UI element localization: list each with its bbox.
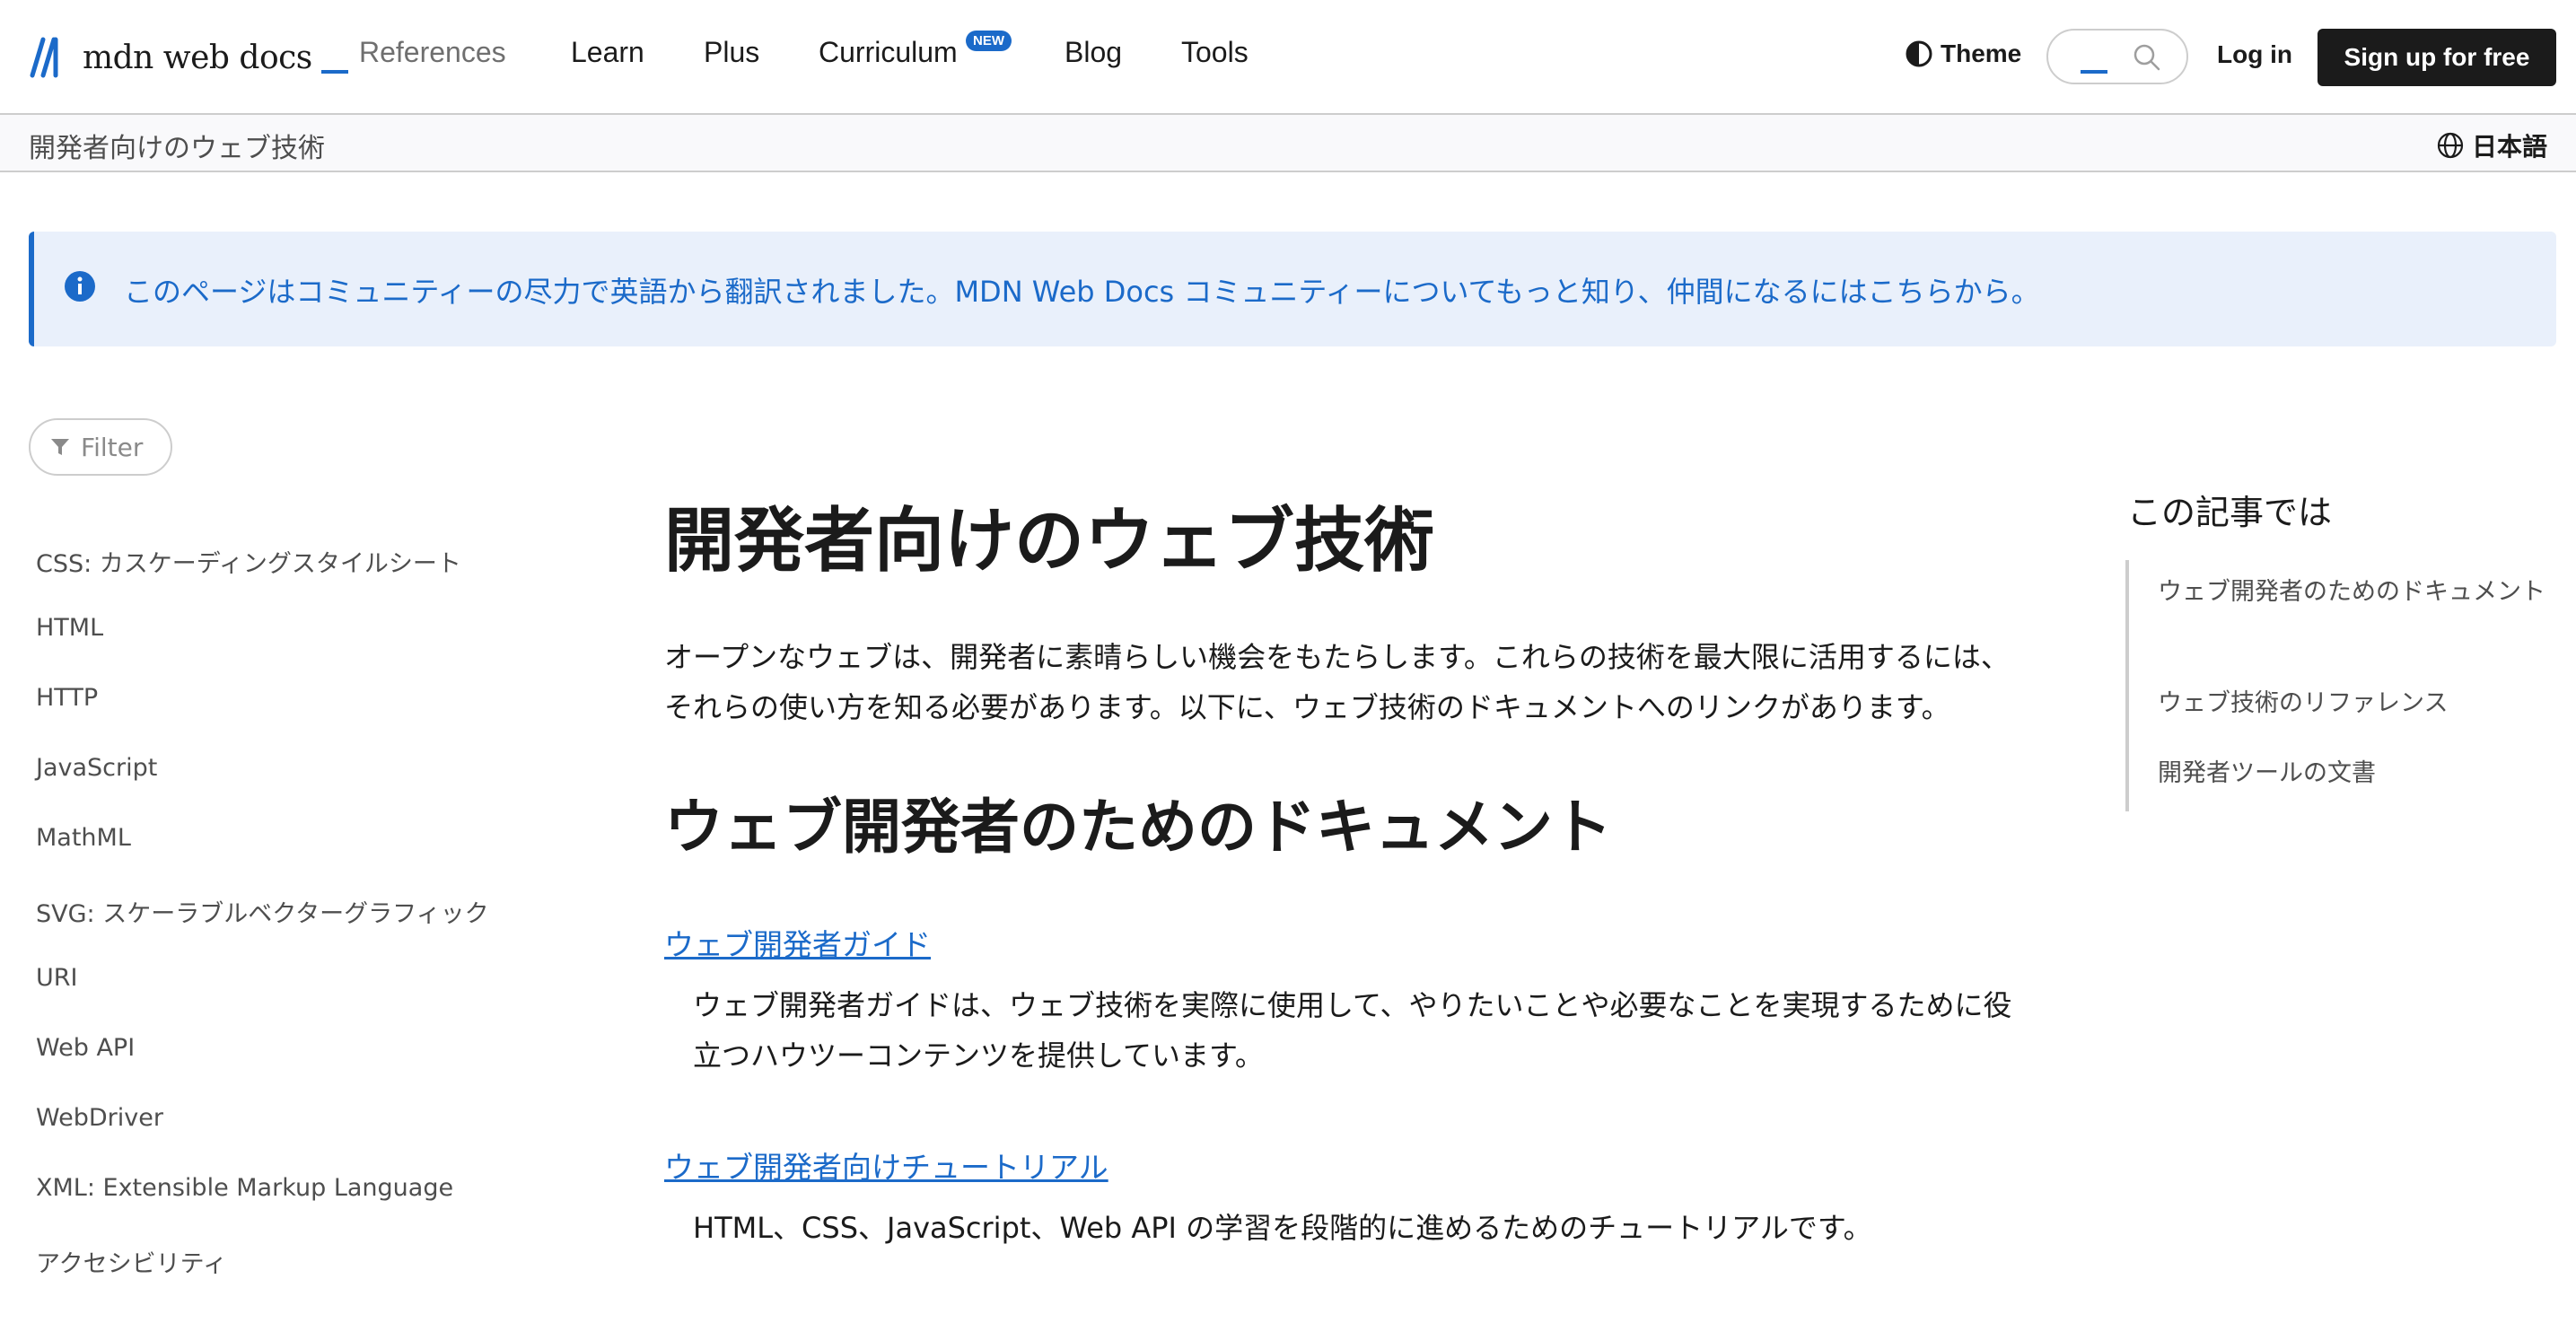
web-dev-guide-description: ウェブ開発者ガイドは、ウェブ技術を実際に使用して、やりたいことや必要なことを実現… <box>693 988 2012 1073</box>
section-heading: ウェブ開発者のためのドキュメント <box>664 793 1612 862</box>
sidebar-item-svg[interactable]: SVG: スケーラブルベクターグラフィック <box>36 894 489 929</box>
language-switcher[interactable]: 日本語 <box>2436 127 2547 163</box>
translation-notice: このページはコミュニティーの尽力で英語から翻訳されました。MDN Web Doc… <box>29 232 2556 346</box>
sidebar-item-http[interactable]: HTTP <box>36 684 98 712</box>
sidebar-item-javascript[interactable]: JavaScript <box>36 754 157 782</box>
web-dev-guide-link[interactable]: ウェブ開発者ガイド <box>664 921 931 964</box>
logo-cursor <box>320 70 348 74</box>
search-cursor <box>2081 70 2107 74</box>
sidebar-item-xml[interactable]: XML: Extensible Markup Language <box>36 1174 453 1202</box>
theme-icon <box>1906 40 1932 67</box>
toc-item-reference[interactable]: ウェブ技術のリファレンス <box>2158 682 2448 725</box>
toc-item-devtools[interactable]: 開発者ツールの文書 <box>2158 752 2376 795</box>
intro-paragraph: オープンなウェブは、開発者に素晴らしい機会をもたらします。これらの技術を最大限に… <box>664 640 2010 724</box>
sidebar-item-uri[interactable]: URI <box>36 964 78 992</box>
globe-icon <box>2437 132 2464 159</box>
theme-label: Theme <box>1941 39 2022 67</box>
logo-text: mdn web docs <box>83 39 312 76</box>
nav-references[interactable]: References <box>359 36 506 69</box>
sidebar-item-css[interactable]: CSS: カスケーディングスタイルシート <box>36 544 461 579</box>
toc-title: この記事では <box>2127 493 2333 532</box>
breadcrumb[interactable]: 開発者向けのウェブ技術 <box>29 126 325 165</box>
sidebar-item-web-api[interactable]: Web API <box>36 1034 135 1062</box>
signup-button[interactable]: Sign up for free <box>2318 29 2556 86</box>
info-icon <box>65 271 95 302</box>
theme-button[interactable]: Theme <box>1905 39 2021 68</box>
language-label: 日本語 <box>2471 132 2547 162</box>
filter-placeholder: Filter <box>81 432 144 462</box>
breadcrumb-bar: 開発者向けのウェブ技術 日本語 <box>0 115 2576 172</box>
nav-learn[interactable]: Learn <box>571 36 644 69</box>
tutorials-link[interactable]: ウェブ開発者向けチュートリアル <box>664 1143 1108 1187</box>
top-navigation: mdn web docs References Learn Plus Curri… <box>0 0 2576 115</box>
sidebar-item-html[interactable]: HTML <box>36 614 103 642</box>
toc-item-docs[interactable]: ウェブ開発者のためのドキュメント <box>2158 571 2553 614</box>
mdn-logo-link[interactable]: mdn web docs <box>29 34 348 81</box>
nav-tools[interactable]: Tools <box>1181 36 1249 69</box>
sidebar-item-mathml[interactable]: MathML <box>36 824 131 852</box>
search-icon <box>2134 44 2160 71</box>
nav-plus[interactable]: Plus <box>704 36 759 69</box>
sidebar-item-webdriver[interactable]: WebDriver <box>36 1104 163 1132</box>
mdn-logo-icon <box>30 37 58 78</box>
login-link[interactable]: Log in <box>2217 40 2292 69</box>
notice-text[interactable]: このページはコミュニティーの尽力で英語から翻訳されました。MDN Web Doc… <box>124 269 2040 311</box>
search-button[interactable] <box>2046 29 2188 84</box>
page-title: 開発者向けのウェブ技術 <box>664 501 1435 582</box>
sidebar-filter-input[interactable]: Filter <box>29 418 172 476</box>
nav-curriculum[interactable]: Curriculum <box>819 36 958 69</box>
nav-blog[interactable]: Blog <box>1065 36 1122 69</box>
sidebar-item-accessibility[interactable]: アクセシビリティ <box>36 1244 227 1279</box>
tutorials-description: HTML、CSS、JavaScript、Web API の学習を段階的に進めるた… <box>693 1211 1872 1245</box>
new-badge: NEW <box>966 31 1012 51</box>
toc-rail <box>2125 560 2129 811</box>
filter-icon <box>51 439 69 455</box>
